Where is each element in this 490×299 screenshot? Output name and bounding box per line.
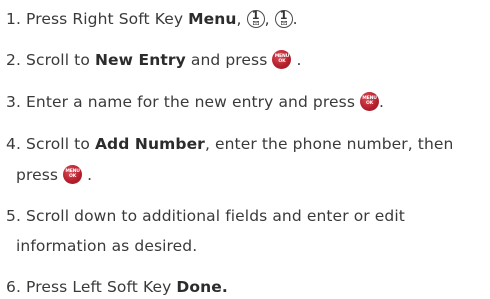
step-2-text-2: and press xyxy=(185,51,268,69)
step-1-text: Press Right Soft Key xyxy=(26,10,189,28)
step-1-period: . xyxy=(292,10,298,28)
step-4-cont-text: press xyxy=(16,166,59,184)
step-1-number: 1. xyxy=(6,10,21,28)
step-5-number: 5. xyxy=(6,207,21,225)
step-6-number: 6. xyxy=(6,278,21,296)
key-1-icon: 1 xyxy=(246,10,265,28)
step-6-done-label: Done. xyxy=(176,278,228,296)
step-1: 1. Press Right Soft Key Menu, 1, 1. xyxy=(6,9,298,29)
envelope-icon xyxy=(252,21,259,25)
step-4-period: . xyxy=(87,166,93,184)
step-4-text-2: , enter the phone number, then xyxy=(204,135,454,153)
step-1-menu-label: Menu xyxy=(188,10,237,28)
step-5: 5. Scroll down to additional fields and … xyxy=(6,206,405,226)
step-6: 6. Press Left Soft Key Done. xyxy=(6,277,228,297)
step-5-continued: information as desired. xyxy=(16,236,197,256)
step-5-cont-text: information as desired. xyxy=(16,237,198,255)
step-2-number: 2. xyxy=(6,51,21,69)
step-4-number: 4. xyxy=(6,135,21,153)
envelope-icon xyxy=(280,21,287,25)
key-1-icon: 1 xyxy=(274,10,293,28)
step-2-text: Scroll to xyxy=(26,51,95,69)
step-4-text: Scroll to xyxy=(26,135,95,153)
step-6-text: Press Left Soft Key xyxy=(26,278,177,296)
step-3-period: . xyxy=(379,93,385,111)
step-1-comma-2: , xyxy=(264,10,270,28)
step-5-text: Scroll down to additional fields and ent… xyxy=(26,207,405,225)
step-4-add-number-label: Add Number xyxy=(94,135,205,153)
step-1-comma: , xyxy=(236,10,242,28)
step-4: 4. Scroll to Add Number, enter the phone… xyxy=(6,134,453,154)
menu-ok-icon: MENU OK xyxy=(63,165,83,184)
step-3: 3. Enter a name for the new entry and pr… xyxy=(6,92,384,112)
step-3-number: 3. xyxy=(6,93,21,111)
step-2: 2. Scroll to New Entry and press MENU OK … xyxy=(6,50,302,70)
step-2-new-entry-label: New Entry xyxy=(94,51,186,69)
step-2-period: . xyxy=(296,51,302,69)
menu-ok-icon: MENU OK xyxy=(360,92,380,111)
step-3-text: Enter a name for the new entry and press xyxy=(26,93,355,111)
menu-ok-icon: MENU OK xyxy=(272,50,292,69)
step-4-continued: press MENU OK . xyxy=(16,165,92,185)
